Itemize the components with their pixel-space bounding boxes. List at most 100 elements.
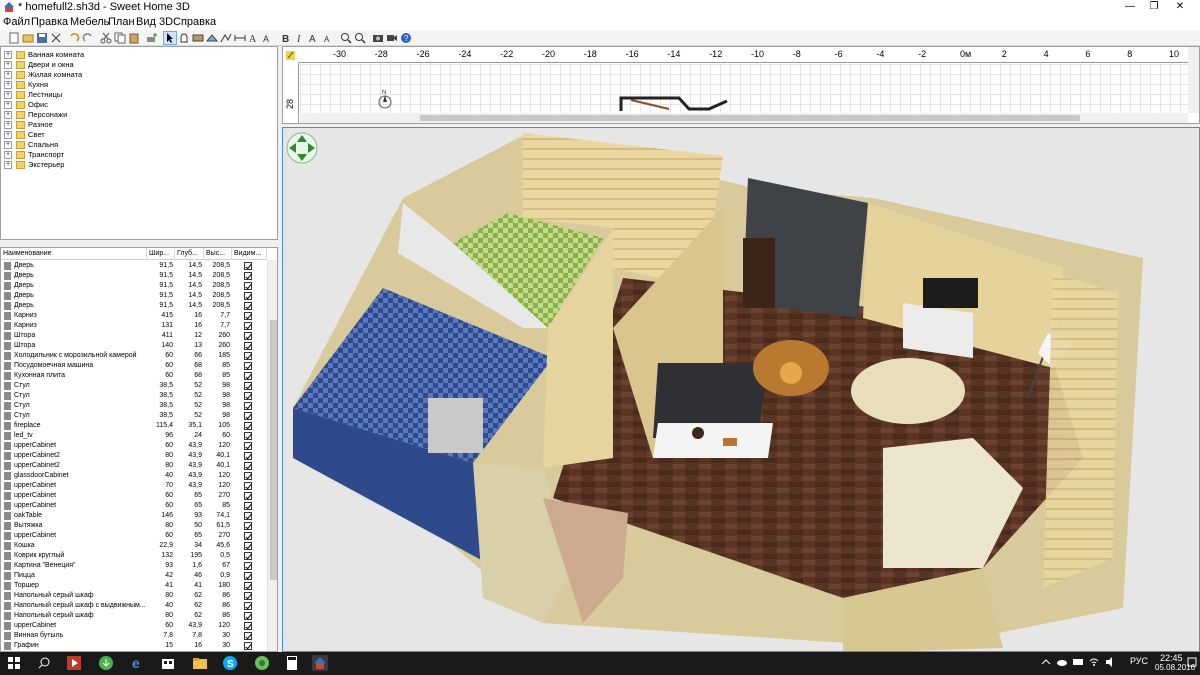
visible-checkbox[interactable] [244, 542, 252, 550]
table-row[interactable]: Дверь 91,5 14,5 208,5 [1, 281, 267, 291]
menu-edit[interactable]: Правка [31, 16, 68, 28]
visible-checkbox[interactable] [244, 572, 252, 580]
table-row[interactable]: Напольный серый шкаф 80 62 86 [1, 591, 267, 601]
table-row[interactable]: Штора 140 13 260 [1, 341, 267, 351]
pan-mode-icon[interactable] [178, 32, 190, 44]
text-decrease-icon[interactable]: A [322, 32, 334, 44]
copy-icon[interactable] [114, 32, 126, 44]
table-row[interactable]: upperCabinet 60 43,9 120 [1, 621, 267, 631]
text-increase-icon[interactable]: A [308, 32, 320, 44]
table-row[interactable]: Картина "Венеция" 93 1,6 67 [1, 561, 267, 571]
table-row[interactable]: Дверь 91,5 14,5 208,5 [1, 271, 267, 281]
table-row[interactable]: Дверь 91,5 14,5 208,5 [1, 301, 267, 311]
visible-checkbox[interactable] [244, 412, 252, 420]
menu-plan[interactable]: План [108, 16, 135, 28]
visible-checkbox[interactable] [244, 292, 252, 300]
plan-horizontal-scrollbar[interactable] [300, 113, 1188, 123]
visible-checkbox[interactable] [244, 282, 252, 290]
visible-checkbox[interactable] [244, 382, 252, 390]
column-name[interactable]: Наименование [1, 248, 147, 260]
create-walls-icon[interactable] [192, 32, 204, 44]
tray-network-icon[interactable] [1072, 656, 1084, 668]
cut-icon[interactable] [100, 32, 112, 44]
expand-icon[interactable]: + [4, 131, 12, 139]
plan-grid[interactable] [300, 64, 1188, 114]
tray-wifi-icon[interactable] [1088, 656, 1100, 668]
furniture-list-table[interactable]: Наименование Шир... Глуб... Выс... Видим… [0, 247, 278, 652]
table-row[interactable]: upperCabinet 70 43,9 120 [1, 481, 267, 491]
table-row[interactable]: Торшер 41 41 180 [1, 581, 267, 591]
expand-icon[interactable]: + [4, 61, 12, 69]
visible-checkbox[interactable] [244, 312, 252, 320]
visible-checkbox[interactable] [244, 402, 252, 410]
table-row[interactable]: Вытяжка 80 50 61,5 [1, 521, 267, 531]
table-row[interactable]: Посудомоечная машина 60 68 85 [1, 361, 267, 371]
visible-checkbox[interactable] [244, 472, 252, 480]
menu-file[interactable]: Файл [3, 16, 30, 28]
expand-icon[interactable]: + [4, 51, 12, 59]
menu-3d-view[interactable]: Вид 3D [136, 16, 173, 28]
table-row[interactable]: Штора 411 12 260 [1, 331, 267, 341]
help-icon[interactable]: ? [400, 32, 412, 44]
language-indicator[interactable]: РУС [1130, 656, 1148, 666]
tray-volume-icon[interactable] [1104, 656, 1116, 668]
3d-view[interactable] [282, 127, 1200, 652]
table-row[interactable]: Карниз 131 16 7,7 [1, 321, 267, 331]
visible-checkbox[interactable] [244, 272, 252, 280]
visible-checkbox[interactable] [244, 552, 252, 560]
visible-checkbox[interactable] [244, 532, 252, 540]
edge-browser-icon[interactable]: e [130, 655, 146, 671]
table-row[interactable]: fireplace 115,4 35,1 105 [1, 421, 267, 431]
sweet-home-3d-task-icon[interactable] [312, 655, 328, 671]
table-row[interactable]: Стул 38,5 52 98 [1, 391, 267, 401]
column-width[interactable]: Шир... [147, 248, 175, 260]
notifications-icon[interactable] [1186, 656, 1198, 668]
clock-time[interactable]: 22:45 [1160, 653, 1183, 663]
table-row[interactable]: Дверь 91,5 14,5 208,5 [1, 291, 267, 301]
globe-app-icon[interactable] [254, 655, 270, 671]
expand-icon[interactable]: + [4, 101, 12, 109]
table-row[interactable]: Стул 38,5 52 98 [1, 411, 267, 421]
text-bold-icon[interactable]: B [280, 32, 292, 44]
visible-checkbox[interactable] [244, 602, 252, 610]
3d-navigation-control[interactable] [286, 132, 318, 164]
table-row[interactable]: Карниз 415 16 7,7 [1, 311, 267, 321]
visible-checkbox[interactable] [244, 392, 252, 400]
visible-checkbox[interactable] [244, 632, 252, 640]
undo-icon[interactable] [68, 32, 80, 44]
visible-checkbox[interactable] [244, 492, 252, 500]
save-icon[interactable] [36, 32, 48, 44]
table-row[interactable]: Винная бутыль 7,8 7,8 30 [1, 631, 267, 641]
table-row[interactable]: Напольный серый шкаф с выдвижным... 40 62 8… [1, 601, 267, 611]
table-row[interactable]: Кошка 22,9 34 45,6 [1, 541, 267, 551]
expand-icon[interactable]: + [4, 71, 12, 79]
visible-checkbox[interactable] [244, 422, 252, 430]
tray-arrow-icon[interactable] [1040, 656, 1052, 668]
visible-checkbox[interactable] [244, 522, 252, 530]
create-rooms-icon[interactable] [206, 32, 218, 44]
tray-cloud-icon[interactable] [1056, 656, 1068, 668]
menu-help[interactable]: Справка [173, 16, 216, 28]
table-row[interactable]: upperCabinet 60 65 270 [1, 491, 267, 501]
column-depth[interactable]: Глуб... [175, 248, 204, 260]
table-row[interactable]: Холодильник с морозильной камерой 60 66 185 [1, 351, 267, 361]
expand-icon[interactable]: + [4, 141, 12, 149]
close-button[interactable]: ✕ [1160, 0, 1200, 14]
visible-checkbox[interactable] [244, 302, 252, 310]
table-row[interactable]: Коврик круглый 132 195 0,5 [1, 551, 267, 561]
calculator-icon[interactable] [284, 655, 300, 671]
table-scrollbar[interactable] [267, 260, 277, 651]
skype-icon[interactable]: S [222, 655, 238, 671]
create-polylines-icon[interactable] [220, 32, 232, 44]
create-photo-icon[interactable] [372, 32, 384, 44]
visible-checkbox[interactable] [244, 442, 252, 450]
visible-checkbox[interactable] [244, 352, 252, 360]
table-row[interactable]: oakTable 146 93 74,1 [1, 511, 267, 521]
media-player-icon[interactable] [66, 655, 82, 671]
redo-icon[interactable] [82, 32, 94, 44]
create-dimensions-icon[interactable] [234, 32, 246, 44]
visible-checkbox[interactable] [244, 562, 252, 570]
table-row[interactable]: Напольный серый шкаф 80 62 86 [1, 611, 267, 621]
column-visible[interactable]: Видим... [232, 248, 267, 260]
3d-scene[interactable] [283, 128, 1200, 652]
